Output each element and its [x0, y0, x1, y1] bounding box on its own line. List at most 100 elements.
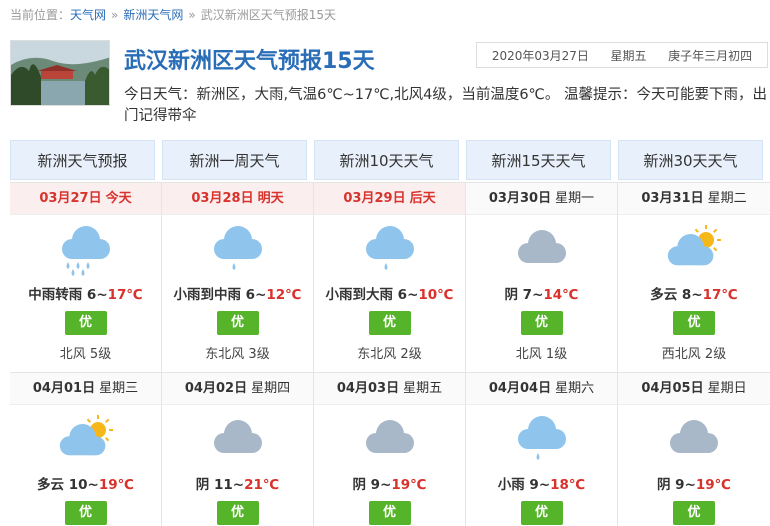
day-weekday: 星期一	[555, 191, 595, 206]
forecast-day-cell[interactable]: 03月31日 星期二多云 8~17℃ 优西北风 2级	[618, 183, 770, 372]
overcast-icon	[662, 415, 726, 467]
aqi-badge[interactable]: 优	[673, 501, 715, 525]
temp-low: 8	[681, 287, 692, 303]
temp-low: 6	[245, 287, 256, 303]
forecast-day-cell[interactable]: 04月02日 星期四阴 11~21℃ 优	[162, 373, 314, 526]
day-condition: 小雨 9~18℃	[497, 477, 586, 493]
partly-cloudy-icon	[54, 415, 118, 467]
day-condition: 中雨转雨 6~17℃	[28, 287, 143, 303]
condition-text: 阴	[352, 477, 366, 493]
heavy-rain-icon	[54, 225, 118, 277]
breadcrumb-separator: »	[188, 8, 196, 22]
day-weekday: 今天	[105, 191, 132, 206]
forecast-day-cell[interactable]: 03月28日 明天 小雨到中雨 6~12℃ 优东北风 3级	[162, 183, 314, 372]
temp-low: 7	[522, 287, 533, 303]
condition-text: 阴	[504, 287, 518, 303]
breadcrumb-current: 武汉新洲区天气预报15天	[200, 8, 337, 22]
temp-low: 6	[86, 287, 97, 303]
temp-low: 10	[68, 477, 88, 493]
day-date-text: 03月28日	[191, 191, 254, 206]
tab-30-days[interactable]: 新洲30天天气	[618, 140, 763, 180]
breadcrumb-prefix: 当前位置：	[10, 8, 71, 22]
forecast-tabs: 新洲天气预报 新洲一周天气 新洲10天天气 新洲15天天气 新洲30天天气	[10, 140, 770, 180]
temp-high: 19℃	[98, 477, 134, 493]
day-date: 04月04日 星期六	[466, 373, 617, 405]
tab-10-days[interactable]: 新洲10天天气	[314, 140, 459, 180]
temp-low: 9	[675, 477, 685, 493]
tab-15-days[interactable]: 新洲15天天气	[466, 140, 611, 180]
day-condition: 阴 7~14℃	[504, 287, 579, 303]
city-thumbnail-image	[10, 40, 110, 106]
condition-text: 小雨到中雨	[173, 287, 241, 303]
aqi-badge[interactable]: 优	[368, 501, 411, 525]
temp-low: 9	[529, 477, 539, 493]
tab-one-week[interactable]: 新洲一周天气	[162, 140, 307, 180]
day-weekday: 星期三	[99, 381, 139, 396]
day-condition: 阴 9~19℃	[352, 477, 427, 493]
aqi-badge[interactable]: 优	[64, 501, 107, 525]
forecast-day-cell[interactable]: 03月27日 今天 中雨转雨 6~17℃ 优北风 5级	[10, 183, 162, 372]
day-date: 04月01日 星期三	[10, 373, 161, 405]
forecast-day-cell[interactable]: 03月30日 星期一阴 7~14℃ 优北风 1级	[466, 183, 618, 372]
day-date-text: 04月05日	[641, 381, 704, 396]
temp-low: 6	[397, 287, 408, 303]
forecast-day-cell[interactable]: 03月29日 后天 小雨到大雨 6~10℃ 优东北风 2级	[314, 183, 466, 372]
aqi-badge[interactable]: 优	[520, 501, 563, 525]
aqi-badge[interactable]: 优	[520, 311, 563, 335]
temp-high: 19℃	[391, 477, 427, 493]
temp-high: 18℃	[550, 477, 586, 493]
day-date-text: 04月04日	[488, 381, 552, 396]
condition-text: 阴	[656, 477, 671, 493]
day-date: 04月02日 星期四	[162, 373, 313, 405]
aqi-badge[interactable]: 优	[368, 311, 411, 335]
condition-text: 多云	[37, 477, 65, 493]
aqi-badge[interactable]: 优	[673, 311, 715, 335]
partly-cloudy-icon	[662, 225, 726, 277]
day-condition: 小雨到大雨 6~10℃	[325, 287, 454, 303]
day-date-text: 03月30日	[488, 191, 552, 206]
forecast-day-cell[interactable]: 04月01日 星期三多云 10~19℃ 优	[10, 373, 162, 526]
day-date-text: 03月31日	[641, 191, 704, 206]
day-condition: 多云 8~17℃	[650, 287, 738, 303]
light-rain-icon	[206, 225, 270, 277]
breadcrumb-link-tianqi[interactable]: 天气网	[70, 8, 106, 22]
condition-text: 小雨到大雨	[325, 287, 393, 303]
day-date-text: 04月03日	[336, 381, 400, 396]
day-date: 03月29日 后天	[314, 183, 465, 215]
aqi-badge[interactable]: 优	[216, 311, 259, 335]
day-date: 04月05日 星期日	[618, 373, 770, 405]
temp-high: 14℃	[543, 287, 579, 303]
temp-low: 9	[370, 477, 381, 493]
temp-high: 21℃	[244, 477, 280, 493]
day-date: 03月30日 星期一	[466, 183, 617, 215]
day-wind: 东北风 3级	[205, 347, 270, 362]
condition-text: 中雨转雨	[28, 287, 83, 303]
day-date-text: 04月02日	[184, 381, 248, 396]
tab-forecast[interactable]: 新洲天气预报	[10, 140, 155, 180]
weather-summary: 今日天气：新洲区，大雨,气温6℃~17℃,北风4级，当前温度6℃。 温馨提示：今…	[124, 87, 767, 124]
light-rain-icon	[510, 415, 574, 467]
day-date-text: 04月01日	[32, 381, 96, 396]
day-date-text: 03月27日	[39, 191, 102, 206]
forecast-day-cell[interactable]: 04月04日 星期六小雨 9~18℃ 优	[466, 373, 618, 526]
lunar-date: 庚子年三月初四	[668, 48, 753, 63]
aqi-badge[interactable]: 优	[216, 501, 259, 525]
day-condition: 多云 10~19℃	[37, 477, 134, 493]
day-date: 03月31日 星期二	[618, 183, 770, 215]
aqi-badge[interactable]: 优	[64, 311, 107, 335]
day-condition: 阴 11~21℃	[195, 477, 280, 493]
temp-low: 11	[213, 477, 233, 493]
day-weekday: 明天	[257, 191, 284, 206]
breadcrumb: 当前位置：天气网 » 新洲天气网 » 武汉新洲区天气预报15天	[10, 6, 336, 23]
forecast-day-cell[interactable]: 04月05日 星期日阴 9~19℃ 优	[618, 373, 770, 526]
day-wind: 西北风 2级	[661, 347, 727, 362]
temp-high: 19℃	[695, 477, 732, 493]
day-weekday: 星期五	[403, 381, 443, 396]
forecast-day-cell[interactable]: 04月03日 星期五阴 9~19℃ 优	[314, 373, 466, 526]
temp-high: 10℃	[418, 287, 454, 303]
breadcrumb-link-xinzhou[interactable]: 新洲天气网	[123, 8, 183, 22]
day-date: 03月28日 明天	[162, 183, 313, 215]
day-weekday: 星期四	[251, 381, 291, 396]
day-date: 03月27日 今天	[10, 183, 161, 215]
forecast-row-2: 04月01日 星期三 多云 10~19℃ 优 04月02日 星期四阴 11~21℃ 优 04月…	[10, 373, 770, 526]
